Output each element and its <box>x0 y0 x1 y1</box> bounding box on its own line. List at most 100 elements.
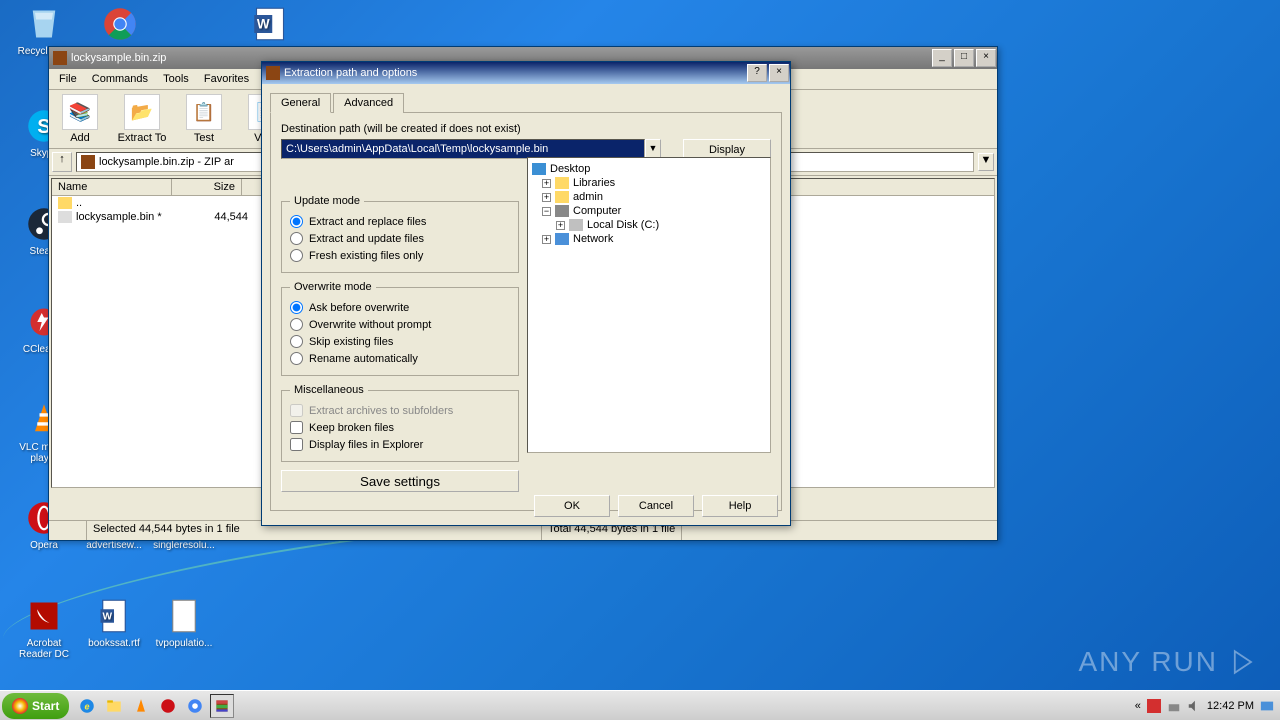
overwrite-opt4[interactable]: Rename automatically <box>290 350 510 367</box>
cancel-button[interactable]: Cancel <box>618 495 694 517</box>
tree-admin[interactable]: +admin <box>532 190 766 204</box>
misc-opt2[interactable]: Keep broken files <box>290 419 510 436</box>
close-button[interactable]: × <box>976 49 996 67</box>
svg-text:W: W <box>102 611 112 622</box>
desktop-icon-file4[interactable]: tvpopulatio... <box>152 596 216 649</box>
misc-opt1: Extract archives to subfolders <box>290 402 510 419</box>
system-tray: « 12:42 PM <box>1135 699 1280 713</box>
desktop-icon-file2[interactable]: W bookssat.rtf <box>82 596 146 649</box>
menu-file[interactable]: File <box>53 71 83 87</box>
save-settings-button[interactable]: Save settings <box>281 470 519 492</box>
dialog-titlebar[interactable]: Extraction path and options ? × <box>262 62 790 84</box>
tray-network-icon[interactable] <box>1167 699 1181 713</box>
col-name[interactable]: Name <box>52 179 172 195</box>
taskbar-winrar[interactable] <box>210 694 234 718</box>
toolbar-extract[interactable]: 📂Extract To <box>115 94 169 144</box>
desktop-icon-word[interactable]: W <box>238 4 302 46</box>
overwrite-opt3[interactable]: Skip existing files <box>290 333 510 350</box>
destination-dropdown[interactable]: ▼ <box>645 139 661 159</box>
toolbar-test[interactable]: 📋Test <box>177 94 231 144</box>
libraries-icon <box>555 177 569 189</box>
help-button[interactable]: ? <box>747 64 767 82</box>
misc-opt3[interactable]: Display files in Explorer <box>290 436 510 453</box>
start-button[interactable]: Start <box>2 693 69 719</box>
minimize-button[interactable]: _ <box>932 49 952 67</box>
desktop-icon <box>532 163 546 175</box>
word-file-icon: W <box>94 596 134 636</box>
desktop-icon-acrobat[interactable]: Acrobat Reader DC <box>12 596 76 660</box>
add-icon: 📚 <box>62 94 98 130</box>
svg-text:e: e <box>85 701 90 711</box>
user-icon <box>555 191 569 203</box>
up-button[interactable]: ↑ <box>52 152 72 172</box>
tray-flag-icon[interactable] <box>1147 699 1161 713</box>
tree-desktop[interactable]: Desktop <box>532 162 766 176</box>
taskbar-explorer[interactable] <box>102 694 126 718</box>
destination-label: Destination path (will be created if doe… <box>281 123 771 135</box>
expand-icon[interactable]: + <box>542 193 551 202</box>
archive-icon <box>81 155 95 169</box>
tree-localdisk[interactable]: +Local Disk (C:) <box>532 218 766 232</box>
update-opt2[interactable]: Extract and update files <box>290 230 510 247</box>
help-button[interactable]: Help <box>702 495 778 517</box>
menu-tools[interactable]: Tools <box>157 71 195 87</box>
svg-text:W: W <box>257 17 270 32</box>
tray-volume-icon[interactable] <box>1187 699 1201 713</box>
path-dropdown[interactable]: ▼ <box>978 153 994 171</box>
ok-button[interactable]: OK <box>534 495 610 517</box>
taskbar-opera[interactable] <box>156 694 180 718</box>
extract-icon: 📂 <box>124 94 160 130</box>
folder-tree[interactable]: Desktop +Libraries +admin −Computer +Loc… <box>527 157 771 453</box>
play-icon <box>1224 644 1260 680</box>
taskbar: Start e « 12:42 PM <box>0 690 1280 720</box>
file-icon <box>164 596 204 636</box>
tab-advanced[interactable]: Advanced <box>333 93 404 113</box>
tree-network[interactable]: +Network <box>532 232 766 246</box>
destination-input[interactable] <box>281 139 645 159</box>
tabs: General Advanced <box>270 92 782 113</box>
taskbar-vlc[interactable] <box>129 694 153 718</box>
winrar-icon <box>53 51 67 65</box>
clock[interactable]: 12:42 PM <box>1207 700 1254 712</box>
menu-favorites[interactable]: Favorites <box>198 71 255 87</box>
file-icon <box>58 211 72 223</box>
computer-icon <box>555 205 569 217</box>
toolbar-add[interactable]: 📚Add <box>53 94 107 144</box>
tab-general[interactable]: General <box>270 93 331 113</box>
test-icon: 📋 <box>186 94 222 130</box>
desktop-icon-chrome[interactable] <box>88 4 152 46</box>
taskbar-chrome[interactable] <box>183 694 207 718</box>
acrobat-icon <box>24 596 64 636</box>
winrar-title: lockysample.bin.zip <box>71 52 166 64</box>
tree-computer[interactable]: −Computer <box>532 204 766 218</box>
update-opt3[interactable]: Fresh existing files only <box>290 247 510 264</box>
windows-orb-icon <box>12 698 28 714</box>
chrome-icon <box>100 4 140 44</box>
collapse-icon[interactable]: − <box>542 207 551 216</box>
disk-icon <box>569 219 583 231</box>
watermark: ANY RUN <box>1078 644 1260 680</box>
maximize-button[interactable]: □ <box>954 49 974 67</box>
expand-icon[interactable]: + <box>542 235 551 244</box>
dialog-title: Extraction path and options <box>284 67 417 79</box>
overwrite-mode-group: Overwrite mode Ask before overwrite Over… <box>281 281 519 376</box>
update-mode-group: Update mode Extract and replace files Ex… <box>281 195 519 273</box>
taskbar-ie[interactable]: e <box>75 694 99 718</box>
tray-show-desktop[interactable] <box>1260 699 1274 713</box>
winrar-icon <box>266 66 280 80</box>
update-opt1[interactable]: Extract and replace files <box>290 213 510 230</box>
tree-libraries[interactable]: +Libraries <box>532 176 766 190</box>
overwrite-opt2[interactable]: Overwrite without prompt <box>290 316 510 333</box>
gauge <box>49 521 87 540</box>
expand-icon[interactable]: + <box>556 221 565 230</box>
network-icon <box>555 233 569 245</box>
folder-icon <box>58 197 72 209</box>
word-icon: W <box>250 4 290 44</box>
col-size[interactable]: Size <box>172 179 242 195</box>
close-button[interactable]: × <box>769 64 789 82</box>
extraction-dialog: Extraction path and options ? × General … <box>261 61 791 526</box>
overwrite-opt1[interactable]: Ask before overwrite <box>290 299 510 316</box>
expand-icon[interactable]: + <box>542 179 551 188</box>
menu-commands[interactable]: Commands <box>86 71 154 87</box>
tray-expand-icon[interactable]: « <box>1135 700 1141 712</box>
